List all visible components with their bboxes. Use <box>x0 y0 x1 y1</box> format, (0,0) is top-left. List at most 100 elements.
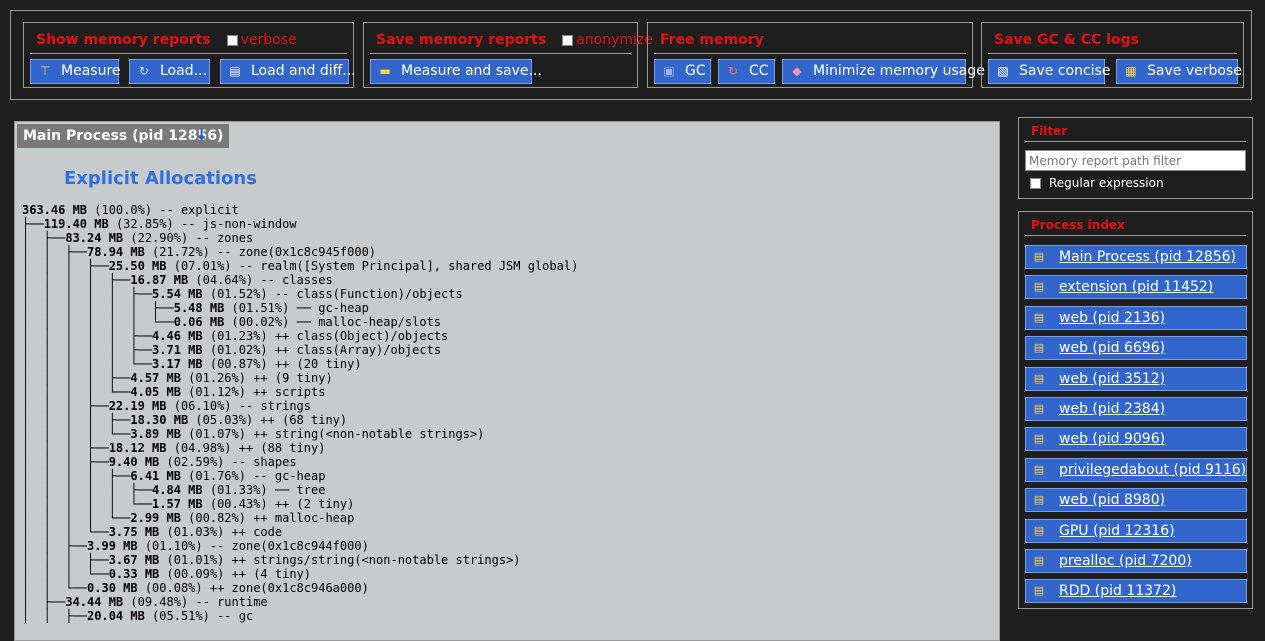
anonymize-checkbox[interactable] <box>562 34 574 46</box>
tree-label: (01.51%) ── gc-heap <box>224 301 369 315</box>
tree-label: (01.02%) ++ class(Array)/objects <box>202 343 442 357</box>
tree-row[interactable]: │ │ │ │ │ ├──3.71 MB (01.02%) ++ class(A… <box>22 343 441 357</box>
process-link[interactable]: web (pid 2136) <box>1059 310 1165 326</box>
tree-row[interactable]: │ ├──34.44 MB (09.48%) -- runtime <box>22 595 268 609</box>
tree-row[interactable]: │ │ │ ├──3.67 MB (01.01%) ++ strings/str… <box>22 553 521 567</box>
save-verbose-button[interactable]: ▦ Save verbose <box>1116 59 1242 84</box>
tree-row[interactable]: │ │ │ └──3.75 MB (01.03%) ++ code <box>22 525 282 539</box>
tree-label: (01.52%) -- class(Function)/objects <box>202 287 463 301</box>
process-index-item[interactable]: ▤ web (pid 2384) <box>1025 397 1247 421</box>
process-link[interactable]: Main Process (pid 12856) <box>1059 249 1236 265</box>
process-link[interactable]: web (pid 6696) <box>1059 340 1165 356</box>
process-link[interactable]: web (pid 3512) <box>1059 371 1165 387</box>
process-index-item[interactable]: ▤ web (pid 9096) <box>1025 427 1247 452</box>
process-index-item[interactable]: ▤ privilegedabout (pid 9116) <box>1025 457 1247 482</box>
load-button[interactable]: ↻ Load... <box>129 59 210 84</box>
tree-row[interactable]: ├──119.40 MB (32.85%) -- js-non-window <box>22 217 297 231</box>
tree-row[interactable]: │ │ │ │ │ ├──5.54 MB (01.52%) -- class(F… <box>22 287 463 301</box>
tree-row[interactable]: │ │ │ │ │ ├──4.84 MB (01.33%) ── tree <box>22 483 325 497</box>
regex-checkbox[interactable] <box>1030 178 1041 189</box>
save-memory-reports-group: Save memory reports anonymize ▬ Measure a… <box>363 22 653 88</box>
process-index-item[interactable]: ▤ prealloc (pid 7200) <box>1025 549 1247 573</box>
save-memory-reports-title: Save memory reports <box>376 32 547 48</box>
process-link[interactable]: prealloc (pid 7200) <box>1059 553 1192 569</box>
process-link[interactable]: GPU (pid 12316) <box>1059 523 1175 539</box>
process-link[interactable]: privilegedabout (pid 9116) <box>1059 462 1246 478</box>
save-icon: ▬ <box>379 64 391 78</box>
tree-label: (04.64%) -- classes <box>188 273 333 287</box>
tree-row[interactable]: │ │ │ ├──25.50 MB (07.01%) -- realm([Sys… <box>22 259 578 273</box>
process-icon: ▤ <box>1033 462 1045 476</box>
save-concise-button[interactable]: ▧ Save concise <box>988 59 1110 84</box>
process-index-item[interactable]: ▤ RDD (pid 11372) <box>1025 579 1247 604</box>
tree-row[interactable]: │ │ │ ├──22.19 MB (06.10%) -- strings <box>22 399 311 413</box>
tree-row[interactable]: │ │ ├──78.94 MB (21.72%) -- zone(0x1c8c9… <box>22 245 376 259</box>
load-and-diff-button[interactable]: ▤ Load and diff... <box>220 59 356 84</box>
anonymize-label[interactable]: anonymize <box>576 32 653 48</box>
process-index-item[interactable]: ▤ Main Process (pid 12856) <box>1025 245 1247 269</box>
tree-row[interactable]: │ │ │ │ ├──4.57 MB (01.26%) ++ (9 tiny) <box>22 371 333 385</box>
divider <box>1025 141 1246 142</box>
tree-row[interactable]: │ │ │ ├──9.40 MB (02.59%) -- shapes <box>22 455 297 469</box>
divider <box>30 53 347 54</box>
cc-button[interactable]: ↻ CC <box>718 59 775 84</box>
process-index-item[interactable]: ▤ web (pid 8980) <box>1025 488 1247 513</box>
tree-branch: ├── <box>22 217 44 231</box>
tree-row[interactable]: │ │ │ │ │ └──1.57 MB (00.43%) ++ (2 tiny… <box>22 497 354 511</box>
tree-row[interactable]: │ │ │ │ ├──16.87 MB (04.64%) -- classes <box>22 273 333 287</box>
tree-row[interactable]: │ │ │ │ │ └──3.17 MB (00.87%) ++ (20 tin… <box>22 357 362 371</box>
tree-branch: │ │ │ │ │ ├── <box>22 483 153 497</box>
tree-size: 4.57 MB <box>130 371 181 385</box>
save-gc-cc-logs-title: Save GC & CC logs <box>994 32 1139 48</box>
tree-row[interactable]: │ │ ├──3.99 MB (01.10%) -- zone(0x1c8c94… <box>22 539 369 553</box>
process-index-item[interactable]: ▤ web (pid 2136) <box>1025 305 1247 330</box>
measure-and-save-button[interactable]: ▬ Measure and save... <box>370 59 542 84</box>
tree-branch: │ │ │ ├── <box>22 441 109 455</box>
process-link[interactable]: web (pid 8980) <box>1059 492 1165 508</box>
tree-size: 5.48 MB <box>173 301 225 315</box>
tree-row[interactable]: │ │ ├──20.04 MB (05.51%) -- gc <box>22 609 253 623</box>
process-link[interactable]: extension (pid 11452) <box>1059 279 1213 295</box>
process-index-item[interactable]: ▤ web (pid 3512) <box>1025 366 1247 391</box>
tree-row[interactable]: │ │ └──0.30 MB (00.08%) ++ zone(0x1c8c94… <box>22 581 369 595</box>
tree-row[interactable]: │ │ │ │ ├──6.41 MB (01.76%) -- gc-heap <box>22 469 325 483</box>
process-index-title: Process index <box>1031 218 1125 232</box>
tree-row[interactable]: │ │ │ │ └──3.89 MB (01.07%) ++ string(<n… <box>22 427 484 441</box>
tree-label: (00.02%) ── malloc-heap/slots <box>224 315 442 329</box>
process-icon: ▤ <box>1033 493 1045 507</box>
regex-label: Regular expression <box>1049 176 1164 190</box>
measure-button[interactable]: ⊤ Measure <box>30 59 121 84</box>
verbose-checkbox[interactable] <box>226 34 238 46</box>
tree-row[interactable]: │ │ │ │ └──4.05 MB (01.12%) ++ scripts <box>22 385 325 399</box>
minimize-icon: ◆ <box>792 64 802 78</box>
tree-size: 18.30 MB <box>130 413 189 427</box>
process-index-panel: Process index ▤ Main Process (pid 12856) ▤… <box>1018 211 1253 609</box>
process-link[interactable]: RDD (pid 11372) <box>1059 583 1176 599</box>
process-index-item[interactable]: ▤ web (pid 6696) <box>1025 336 1247 361</box>
save-log-icon: ▧ <box>997 64 1009 78</box>
tree-row[interactable]: │ │ │ │ ├──18.30 MB (05.03%) ++ (68 tiny… <box>22 413 347 427</box>
minimize-memory-usage-button[interactable]: ◆ Minimize memory usage <box>782 59 985 84</box>
filter-input[interactable] <box>1025 150 1246 171</box>
regex-option[interactable]: Regular expression <box>1030 176 1164 190</box>
process-link[interactable]: web (pid 2384) <box>1059 401 1165 417</box>
tree-row[interactable]: │ │ │ │ │ │ ├──5.48 MB (01.51%) ── gc-he… <box>22 301 369 315</box>
show-memory-reports-group: Show memory reports verbose ⊤ Measure ↻ L… <box>23 22 356 88</box>
verbose-label[interactable]: verbose <box>241 32 297 48</box>
down-arrow-icon[interactable]: ↓ <box>195 125 208 144</box>
process-link[interactable]: web (pid 9096) <box>1059 431 1165 447</box>
process-icon: ▤ <box>1033 554 1045 567</box>
process-index-item[interactable]: ▤ extension (pid 11452) <box>1025 275 1247 300</box>
tree-label: (01.33%) ── tree <box>202 483 326 497</box>
tree-size: 0.06 MB <box>173 315 225 329</box>
tree-row[interactable]: │ │ │ └──0.33 MB (00.09%) ++ (4 tiny) <box>22 567 311 581</box>
tree-row[interactable]: │ │ │ │ │ │ └──0.06 MB (00.02%) ── mallo… <box>22 315 441 329</box>
tree-row[interactable]: │ ├──83.24 MB (22.90%) -- zones <box>22 231 253 245</box>
tree-row[interactable]: │ │ │ │ └──2.99 MB (00.82%) ++ malloc-he… <box>22 511 354 525</box>
tree-row[interactable]: │ │ │ │ │ ├──4.46 MB (01.23%) ++ class(O… <box>22 329 448 343</box>
gc-button[interactable]: ▣ GC <box>654 59 711 84</box>
tree-label: (01.26%) ++ (9 tiny) <box>180 371 333 385</box>
process-index-item[interactable]: ▤ GPU (pid 12316) <box>1025 518 1247 543</box>
tree-row[interactable]: 363.46 MB (100.0%) -- explicit <box>22 203 239 217</box>
tree-row[interactable]: │ │ │ ├──18.12 MB (04.98%) ++ (88 tiny) <box>22 441 325 455</box>
